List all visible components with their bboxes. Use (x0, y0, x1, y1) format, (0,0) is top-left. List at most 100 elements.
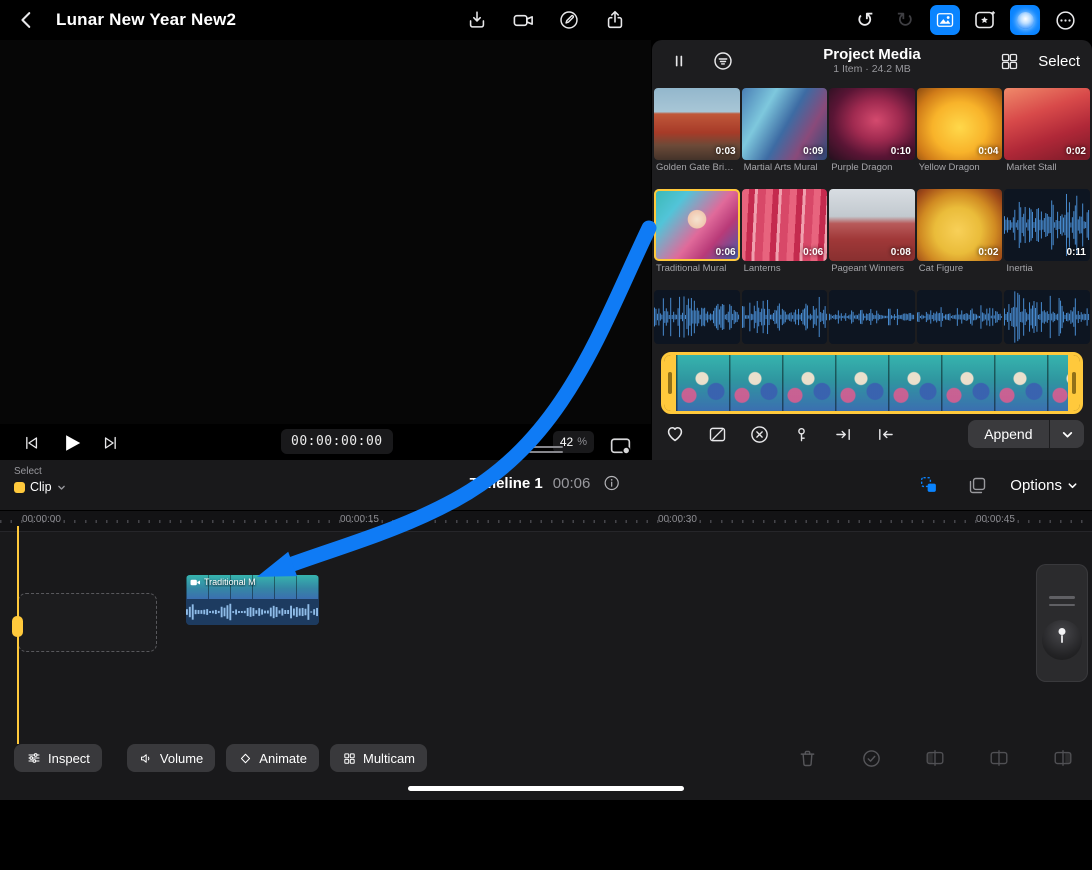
audio-thumbnail (829, 290, 915, 344)
media-item[interactable]: 0:06 Lanterns (742, 189, 828, 275)
sidebar-toggle-button[interactable] (664, 46, 694, 76)
media-item-label: Pageant Winners (829, 263, 915, 275)
timeline-ruler[interactable]: 00:00:00 00:00:15 00:00:30 00:00:45 (0, 510, 1092, 532)
snapping-icon (918, 474, 940, 496)
import-icon (466, 9, 488, 31)
timeline-title: Timeline 1 (470, 475, 543, 492)
timeline-clip[interactable]: Traditional M (186, 575, 319, 625)
media-item-label: Cat Figure (917, 263, 1003, 275)
timeline-info-button[interactable] (600, 472, 622, 494)
append-button[interactable]: Append (968, 420, 1048, 448)
select-mode-button[interactable]: Select (1038, 53, 1080, 70)
clip-label: Traditional M (190, 577, 317, 587)
timeline-resize-handle[interactable] (529, 446, 563, 456)
grip-line (1049, 604, 1075, 607)
sliders-icon (26, 750, 42, 766)
record-video-button[interactable] (508, 5, 538, 35)
insert-start-button[interactable] (870, 419, 900, 449)
media-item-selected[interactable]: 0:06 Traditional Mural (654, 189, 740, 275)
media-item[interactable]: 0:10 Purple Dragon (829, 88, 915, 174)
preview-fit-button[interactable] (605, 430, 635, 460)
media-item[interactable]: 0:08 Pageant Winners (829, 189, 915, 275)
trim-handle-right[interactable] (1068, 355, 1080, 411)
audio-thumbnail (917, 290, 1003, 344)
split-icon (988, 747, 1010, 769)
top-bar-right: ↺ ↻ (850, 5, 1092, 35)
play-button[interactable] (56, 428, 86, 458)
media-item[interactable]: 0:09 Martial Arts Mural (742, 88, 828, 174)
grip-line (1049, 596, 1075, 599)
import-button[interactable] (462, 5, 492, 35)
media-item[interactable] (654, 290, 740, 344)
inspect-label: Inspect (48, 751, 90, 766)
media-thumbnail: 0:08 (829, 189, 915, 261)
snapping-toggle-button[interactable] (914, 470, 944, 500)
top-bar-center (462, 5, 630, 35)
media-item[interactable]: 0:02 Market Stall (1004, 88, 1090, 174)
remove-button[interactable] (744, 419, 774, 449)
jog-wheel[interactable] (1036, 564, 1088, 682)
filter-button[interactable] (708, 46, 738, 76)
media-item[interactable]: 0:03 Golden Gate Bridge (654, 88, 740, 174)
top-bar: Lunar New Year New2 ↺ ↻ (0, 0, 1092, 40)
playhead[interactable] (12, 506, 24, 746)
favorite-button[interactable] (660, 419, 690, 449)
clip-chip: Clip (14, 480, 66, 494)
reject-button[interactable] (702, 419, 732, 449)
share-button[interactable] (600, 5, 630, 35)
timeline-title-group: Timeline 1 00:06 (470, 472, 623, 494)
options-label: Options (1010, 477, 1062, 494)
grid-view-button[interactable] (994, 46, 1024, 76)
skip-to-start-button[interactable] (16, 428, 46, 458)
more-button[interactable] (1050, 5, 1080, 35)
media-grid: 0:03 Golden Gate Bridge 0:09 Martial Art… (652, 82, 1092, 348)
redo-button[interactable]: ↻ (890, 5, 920, 35)
trim-start-button[interactable] (920, 743, 950, 773)
skip-to-end-button[interactable] (96, 428, 126, 458)
skip-back-icon (21, 433, 41, 453)
back-button[interactable] (12, 5, 42, 35)
media-thumbnail: 0:09 (742, 88, 828, 160)
media-item[interactable] (829, 290, 915, 344)
approve-clip-button[interactable] (856, 743, 886, 773)
trim-end-button[interactable] (1048, 743, 1078, 773)
project-title: Lunar New Year New2 (56, 10, 236, 30)
insert-end-button[interactable] (828, 419, 858, 449)
media-item[interactable]: 0:04 Yellow Dragon (917, 88, 1003, 174)
home-indicator[interactable] (408, 786, 684, 791)
skip-forward-icon (101, 433, 121, 453)
timeline-tracks: Traditional M (0, 531, 1092, 744)
ruler-label: 00:00:15 (340, 514, 379, 525)
media-item[interactable] (742, 290, 828, 344)
tool-mode-selector[interactable]: Select Clip (14, 466, 66, 494)
keyword-button[interactable] (786, 419, 816, 449)
enhance-button[interactable] (1010, 5, 1040, 35)
animate-button[interactable]: Animate (226, 744, 319, 772)
heart-icon (664, 423, 686, 445)
selected-clip-filmstrip[interactable] (661, 352, 1083, 414)
drop-placeholder[interactable] (18, 593, 157, 652)
media-item[interactable] (1004, 290, 1090, 344)
share-icon (604, 9, 626, 31)
filmstrip-frames[interactable] (676, 355, 1068, 411)
inspect-button[interactable]: Inspect (14, 744, 102, 772)
media-item[interactable]: 0:02 Cat Figure (917, 189, 1003, 275)
effects-button[interactable] (970, 5, 1000, 35)
clip-appearance-button[interactable] (962, 470, 992, 500)
options-button[interactable]: Options (1010, 477, 1078, 494)
annotate-button[interactable] (554, 5, 584, 35)
delete-clip-button[interactable] (792, 743, 822, 773)
trim-handle-left[interactable] (664, 355, 676, 411)
timecode-display: 00:00:00:00 (281, 429, 393, 454)
undo-icon: ↺ (856, 9, 874, 32)
media-item[interactable] (917, 290, 1003, 344)
volume-button[interactable]: Volume (127, 744, 215, 772)
multicam-button[interactable]: Multicam (330, 744, 427, 772)
append-options-button[interactable] (1050, 420, 1084, 448)
split-clip-button[interactable] (984, 743, 1014, 773)
timeline-duration: 00:06 (553, 475, 591, 492)
timeline-header: Select Clip Timeline 1 00:06 (0, 460, 1092, 510)
undo-button[interactable]: ↺ (850, 5, 880, 35)
media-item[interactable]: 0:11 Inertia (1004, 189, 1090, 275)
media-library-button[interactable] (930, 5, 960, 35)
